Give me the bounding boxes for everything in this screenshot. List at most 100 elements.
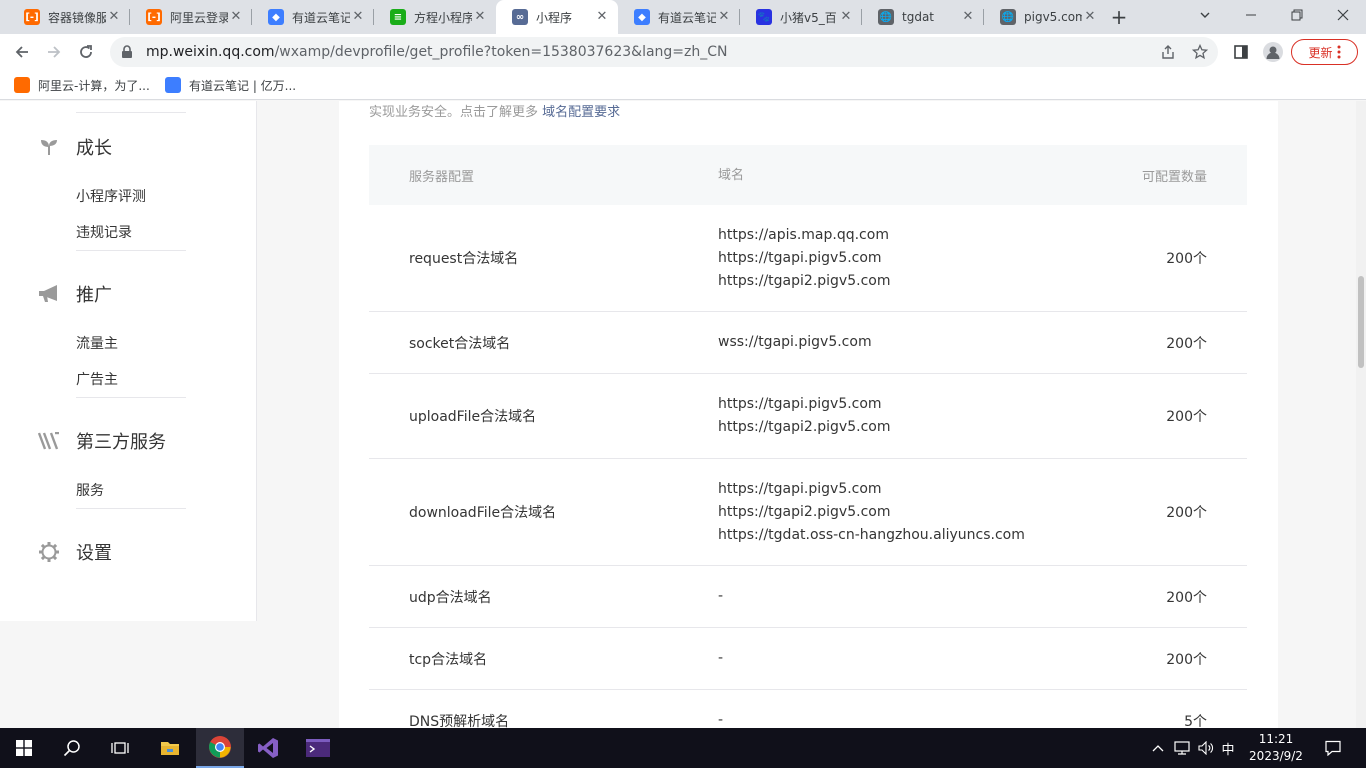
row-domains: wss://tgapi.pigv5.com — [718, 331, 1107, 354]
back-button[interactable] — [9, 39, 35, 65]
notification-icon[interactable] — [1322, 728, 1344, 768]
domain-entry: https://tgapi.pigv5.com — [718, 480, 882, 497]
tray-overflow-icon[interactable] — [1150, 728, 1166, 768]
domain-config-link[interactable]: 域名配置要求 — [542, 105, 620, 120]
window-restore-button[interactable] — [1274, 0, 1320, 30]
sidebar-item[interactable]: 小程序评测 — [76, 186, 146, 206]
sidebar-item[interactable]: 服务 — [76, 480, 104, 500]
tab-title: 有道云笔记 — [658, 10, 716, 25]
new-tab-button[interactable]: + — [1108, 6, 1130, 28]
tab-favicon-icon: ∞ — [512, 9, 528, 25]
domain-entry: wss://tgapi.pigv5.com — [718, 334, 872, 350]
minimize-button[interactable] — [1182, 0, 1228, 30]
bookmark-star-icon[interactable] — [1190, 42, 1210, 62]
bookmark-item[interactable]: 阿里云-计算，为了... — [14, 76, 150, 94]
address-bar[interactable]: mp.weixin.qq.com/wxamp/devprofile/get_pr… — [110, 37, 1218, 67]
domain-entry: https://tgapi.pigv5.com — [718, 249, 882, 266]
file-explorer-button[interactable] — [146, 728, 194, 768]
profile-avatar[interactable] — [1263, 42, 1283, 62]
scrollbar-thumb[interactable] — [1358, 276, 1364, 368]
sidebar-section-label: 推广 — [76, 285, 112, 306]
side-panel-icon[interactable] — [1231, 42, 1251, 62]
share-icon[interactable] — [1158, 42, 1178, 62]
window-close-button[interactable] — [1320, 0, 1366, 30]
browser-tab[interactable]: ◆ 有道云笔记 ✕ — [618, 0, 740, 34]
sidebar-divider — [76, 250, 186, 251]
visual-studio-button[interactable] — [244, 728, 292, 768]
row-quota: 200个 — [1166, 651, 1207, 668]
browser-tab[interactable]: 🌐 tgdat ✕ — [862, 0, 984, 34]
sidebar-item[interactable]: 广告主 — [76, 369, 118, 389]
arrow-left-icon — [15, 46, 28, 58]
sidebar-section-sprout[interactable]: 成长 — [38, 134, 112, 160]
row-domains: https://tgapi.pigv5.com https://tgapi2.pi… — [718, 393, 1107, 439]
tab-close-icon[interactable]: ✕ — [838, 9, 854, 25]
sidebar-item[interactable]: 违规记录 — [76, 222, 132, 242]
row-server-config: DNS预解析域名 — [409, 713, 510, 729]
tab-close-icon[interactable]: ✕ — [594, 9, 610, 25]
close-icon — [1337, 9, 1349, 21]
domain-notice: 实现业务安全。点击了解更多 域名配置要求 — [369, 101, 620, 120]
header-quota: 可配置数量 — [1141, 169, 1207, 185]
minimize-icon — [1246, 14, 1256, 16]
person-icon — [1266, 46, 1280, 59]
update-button[interactable]: 更新 — [1291, 39, 1358, 65]
tab-title: 小程序 — [536, 10, 573, 25]
domain-entry: - — [718, 712, 724, 728]
sidebar-item[interactable]: 流量主 — [76, 333, 118, 353]
browser-tab[interactable]: [-] 阿里云登录 ✕ — [130, 0, 252, 34]
url-text[interactable]: mp.weixin.qq.com/wxamp/devprofile/get_pr… — [146, 44, 728, 60]
browser-tab[interactable]: [-] 容器镜像服 ✕ — [8, 0, 130, 34]
clock-date: 2023/9/2 — [1249, 749, 1303, 763]
chevron-down-icon — [1200, 12, 1210, 18]
notice-text: 实现业务安全。点击了解更多 — [369, 105, 539, 120]
browser-tab[interactable]: ∞ 小程序 ✕ — [496, 0, 618, 34]
row-domains: https://tgapi.pigv5.com https://tgapi2.pi… — [718, 478, 1107, 547]
tab-close-icon[interactable]: ✕ — [716, 9, 732, 25]
third-party-icon — [38, 430, 60, 452]
main-panel: 实现业务安全。点击了解更多 域名配置要求 服务器配置 域名 可配置数量 requ… — [339, 101, 1278, 728]
browser-tab[interactable]: ◆ 有道云笔记 ✕ — [252, 0, 374, 34]
sidebar-section-third-party[interactable]: 第三方服务 — [38, 428, 166, 454]
browser-tab[interactable]: 🌐 pigv5.com ✕ — [984, 0, 1106, 34]
sidebar-section-megaphone[interactable]: 推广 — [38, 281, 112, 307]
tab-title: 有道云笔记 — [292, 10, 350, 25]
tab-close-icon[interactable]: ✕ — [350, 9, 366, 25]
terminal-button[interactable] — [294, 728, 342, 768]
volume-icon[interactable] — [1196, 728, 1216, 768]
row-server-config: socket合法域名 — [409, 335, 511, 352]
ime-indicator[interactable]: 中 — [1218, 728, 1238, 768]
tab-favicon-icon: 🌐 — [878, 9, 894, 25]
tab-favicon-icon: 🌐 — [1000, 9, 1016, 25]
tab-close-icon[interactable]: ✕ — [960, 9, 976, 25]
tab-close-icon[interactable]: ✕ — [228, 9, 244, 25]
row-quota: 200个 — [1166, 505, 1207, 521]
forward-button[interactable] — [41, 39, 67, 65]
sidebar-section-gear[interactable]: 设置 — [38, 539, 112, 565]
taskbar-search-button[interactable] — [48, 728, 96, 768]
task-view-button[interactable] — [96, 728, 144, 768]
sidebar-section-label: 设置 — [76, 543, 112, 564]
network-icon[interactable] — [1172, 728, 1192, 768]
tab-close-icon[interactable]: ✕ — [472, 9, 488, 25]
row-domains: https://apis.map.qq.com https://tgapi.pig… — [718, 224, 1107, 293]
reload-button[interactable] — [73, 39, 99, 65]
tab-close-icon[interactable]: ✕ — [106, 9, 122, 25]
bookmark-item[interactable]: 有道云笔记 | 亿万... — [165, 76, 296, 94]
gear-icon — [38, 541, 60, 563]
system-clock[interactable]: 11:21 2023/9/2 — [1236, 731, 1316, 765]
browser-tab[interactable]: ≡ 方程小程序 ✕ — [374, 0, 496, 34]
window-minimize-button[interactable] — [1228, 0, 1274, 30]
lock-icon[interactable] — [120, 45, 134, 59]
table-row: uploadFile合法域名 https://tgapi.pigv5.com htt… — [369, 374, 1247, 459]
start-button[interactable] — [0, 728, 48, 768]
table-row: downloadFile合法域名 https://tgapi.pigv5.com h… — [369, 459, 1247, 566]
row-domains: - — [718, 585, 1107, 608]
tab-close-icon[interactable]: ✕ — [1082, 9, 1098, 25]
url-path: /wxamp/devprofile/get_profile?token=1538… — [274, 44, 728, 60]
table-header: 服务器配置 域名 可配置数量 — [369, 145, 1247, 205]
page-scrollbar[interactable] — [1356, 101, 1366, 728]
table-row: socket合法域名 wss://tgapi.pigv5.com 200个 — [369, 312, 1247, 374]
browser-tab[interactable]: 🐾 小猪v5_百 ✕ — [740, 0, 862, 34]
chrome-button[interactable] — [196, 728, 244, 768]
